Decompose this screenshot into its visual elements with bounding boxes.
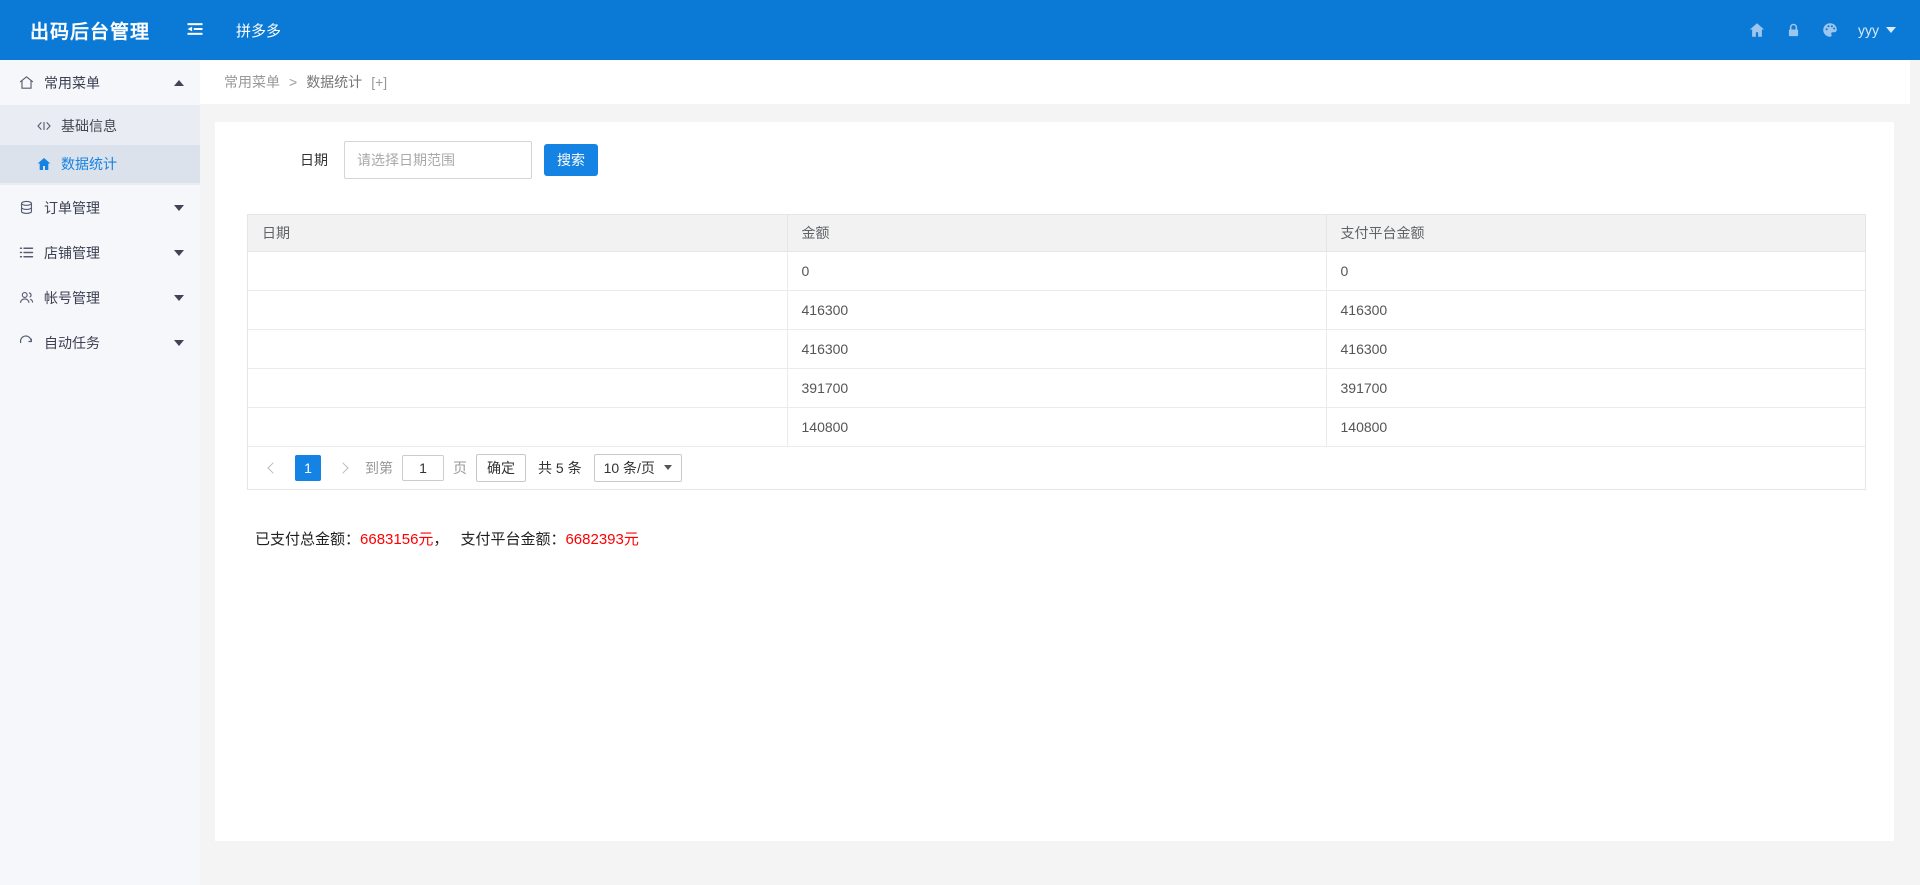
refresh-icon [18,334,35,351]
cell-date [248,329,787,368]
caret-down-icon [664,465,672,470]
chevron-right-icon [337,462,348,473]
date-label: 日期 [300,150,328,170]
table-header-row: 日期 金额 支付平台金额 [248,215,1865,251]
cell-platform-amount: 0 [1326,251,1865,290]
sidebar-item-data-statistics[interactable]: 数据统计 [0,145,200,183]
home-outline-icon [18,74,35,91]
sidebar-group-label: 常用菜单 [44,73,174,93]
lock-icon[interactable] [1785,22,1802,39]
sidebar-item-label: 数据统计 [61,154,117,174]
sidebar-group-label: 店铺管理 [44,243,174,263]
cell-date [248,368,787,407]
prev-page-button[interactable] [260,455,286,481]
cell-date [248,251,787,290]
breadcrumb-current: 数据统计 [306,72,362,92]
chevron-left-icon [267,462,278,473]
summary-comma: ， [433,531,448,548]
column-header-amount: 金额 [787,215,1326,251]
platform-total-label: 支付平台金额： [460,531,565,548]
topbar: 出码后台管理 拼多多 [0,0,1920,60]
content-card: 日期 搜索 日期 金额 支付平台金额 [215,122,1894,841]
search-button[interactable]: 搜索 [544,144,598,176]
breadcrumb-suffix[interactable]: [+] [371,74,387,90]
table-row: 140800 140800 [248,407,1865,446]
chevron-down-icon [1886,27,1896,33]
confirm-button[interactable]: 确定 [476,454,526,482]
cell-amount: 0 [787,251,1326,290]
sidebar-group-auto-tasks[interactable]: 自动任务 [0,320,200,365]
breadcrumb-parent[interactable]: 常用菜单 [224,72,280,92]
goto-suffix-label: 页 [453,458,467,478]
sidebar-group-label: 订单管理 [44,198,174,218]
cell-amount: 416300 [787,290,1326,329]
outdent-icon [185,19,205,42]
platform-total-value: 6682393元 [565,531,638,548]
cell-platform-amount: 416300 [1326,290,1865,329]
breadcrumb: 常用菜单 > 数据统计 [+] [200,60,1910,104]
page-number-current[interactable]: 1 [295,455,321,481]
chevron-up-icon [174,80,184,86]
chevron-down-icon [174,250,184,256]
cell-amount: 140800 [787,407,1326,446]
data-table: 日期 金额 支付平台金额 0 0 [248,215,1865,447]
chevron-down-icon [174,205,184,211]
table-row: 0 0 [248,251,1865,290]
cell-amount: 391700 [787,368,1326,407]
next-page-button[interactable] [330,455,356,481]
paid-total-label: 已支付总金额： [255,531,360,548]
sidebar-item-basic-info[interactable]: 基础信息 [0,107,200,145]
table-row: 416300 416300 [248,290,1865,329]
palette-icon[interactable] [1821,21,1839,39]
page-size-select[interactable]: 10 条/页 [594,454,682,482]
topbar-actions: yyy [1748,21,1920,39]
cell-platform-amount: 416300 [1326,329,1865,368]
sidebar-submenu: 基础信息 数据统计 [0,105,200,185]
column-header-date: 日期 [248,215,787,251]
sidebar-group-label: 自动任务 [44,333,174,353]
sidebar-group-shop-management[interactable]: 店铺管理 [0,230,200,275]
sidebar-group-order-management[interactable]: 订单管理 [0,185,200,230]
data-table-container: 日期 金额 支付平台金额 0 0 [247,214,1866,490]
table-row: 416300 416300 [248,329,1865,368]
app-title: 出码后台管理 [0,17,172,44]
username: yyy [1858,22,1879,38]
cell-date [248,407,787,446]
sidebar-group-account-management[interactable]: 帐号管理 [0,275,200,320]
summary-line: 已支付总金额：6683156元， 支付平台金额：6682393元 [255,528,1894,549]
code-icon [36,118,52,134]
paid-total-value: 6683156元 [360,531,433,548]
user-menu[interactable]: yyy [1858,22,1896,38]
table-row: 391700 391700 [248,368,1865,407]
cell-date [248,290,787,329]
list-icon [18,244,35,261]
home-filled-icon [36,156,52,172]
total-count-label: 共 5 条 [538,458,582,478]
main-column: 常用菜单 > 数据统计 [+] 日期 搜索 日期 金额 [200,60,1920,885]
goto-page-input[interactable] [402,455,444,481]
cell-platform-amount: 140800 [1326,407,1865,446]
home-icon[interactable] [1748,21,1766,39]
pagination: 1 到第 页 确定 共 5 条 10 条/页 [248,447,1865,489]
chevron-down-icon [174,295,184,301]
sidebar-group-label: 帐号管理 [44,288,174,308]
goto-prefix-label: 到第 [365,458,393,478]
search-form: 日期 搜索 [300,122,1894,179]
breadcrumb-separator: > [289,74,297,90]
date-range-input[interactable] [344,141,532,179]
column-header-platform-amount: 支付平台金额 [1326,215,1865,251]
database-icon [18,199,35,216]
content-area: 日期 搜索 日期 金额 支付平台金额 [200,104,1910,885]
sidebar-item-label: 基础信息 [61,116,117,136]
tab-pinduoduo[interactable]: 拼多多 [236,20,281,41]
sidebar-group-common-menu[interactable]: 常用菜单 [0,60,200,105]
users-icon [18,289,35,306]
page-size-value: 10 条/页 [604,458,655,478]
cell-platform-amount: 391700 [1326,368,1865,407]
sidebar: 常用菜单 基础信息 数据统计 [0,60,200,885]
cell-amount: 416300 [787,329,1326,368]
chevron-down-icon [174,340,184,346]
sidebar-collapse-button[interactable] [172,0,218,60]
